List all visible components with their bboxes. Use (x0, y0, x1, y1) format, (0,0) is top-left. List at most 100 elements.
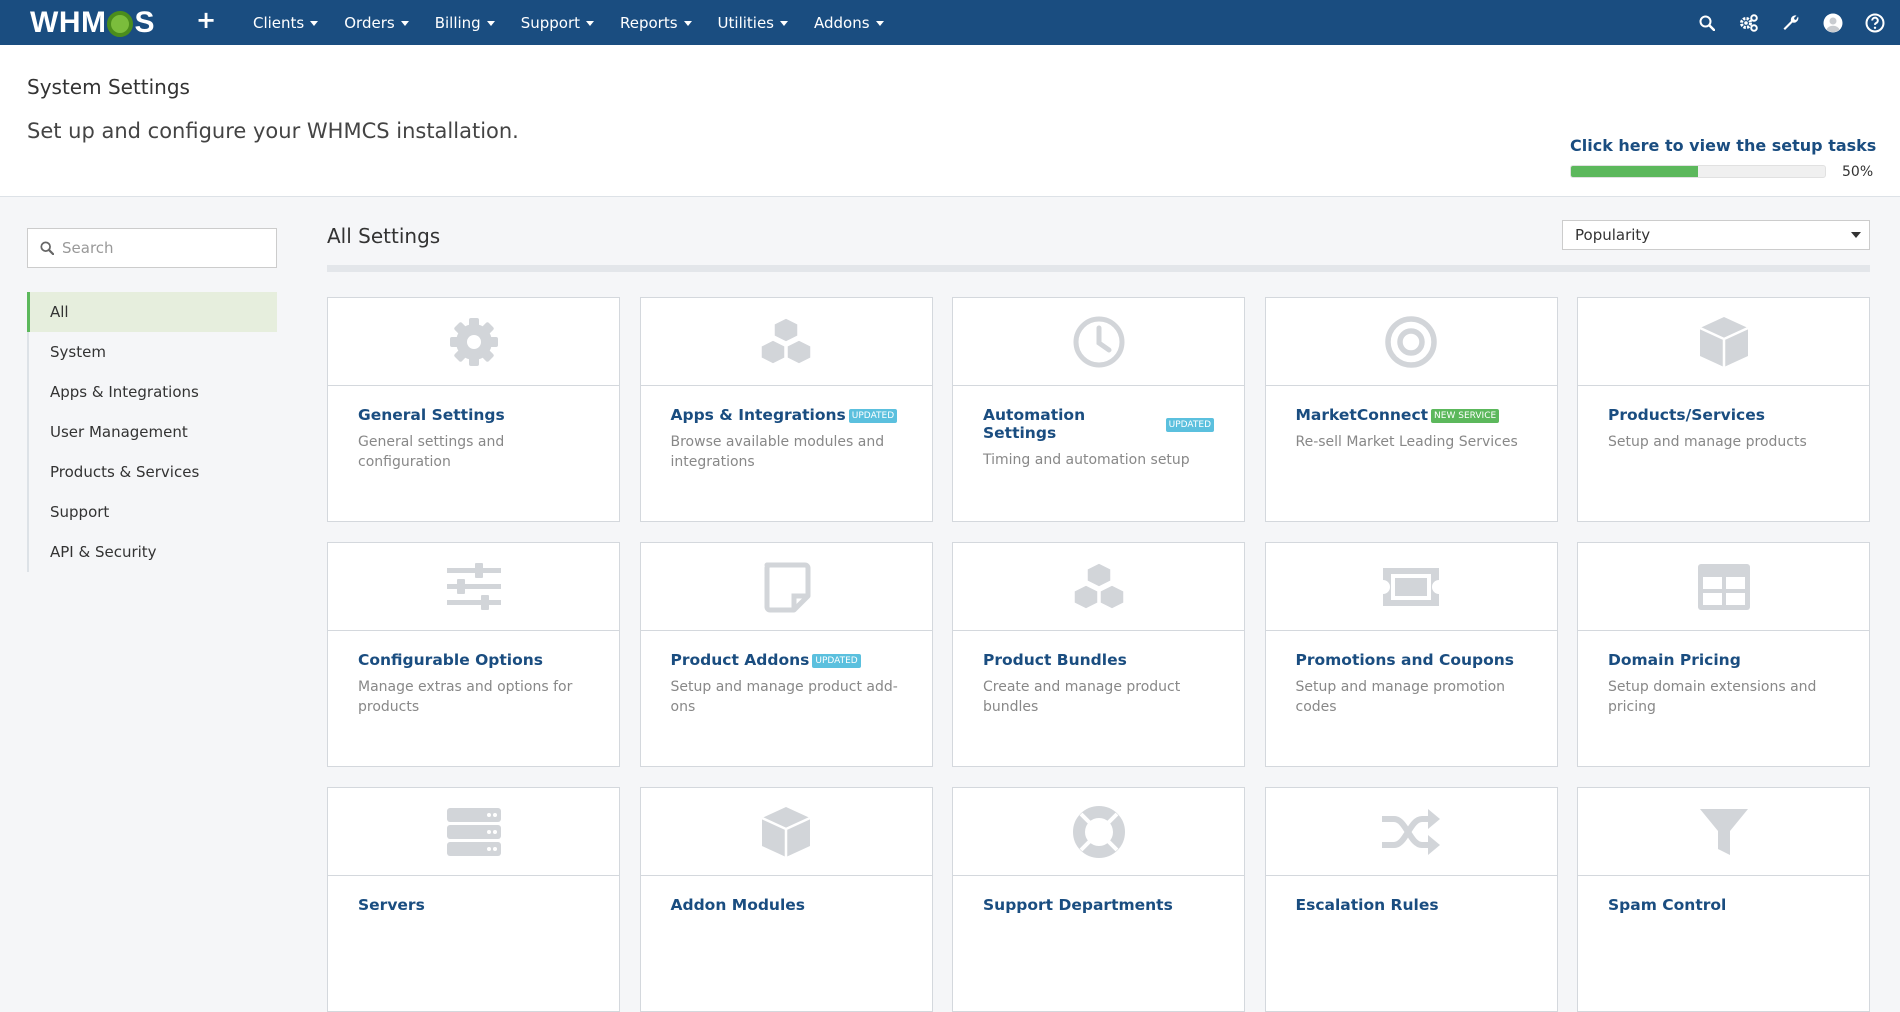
card-body: General Settings General settings and con… (328, 386, 619, 472)
card-title-text: Addon Modules (670, 896, 806, 914)
setup-progress-bar (1570, 165, 1826, 178)
menu-orders[interactable]: Orders (331, 0, 421, 45)
setup-tasks-link[interactable]: Click here to view the setup tasks (1570, 136, 1876, 155)
menu-label: Billing (434, 13, 481, 32)
menu-utilities[interactable]: Utilities (705, 0, 801, 45)
settings-card-product-bundles[interactable]: Product Bundles Create and manage product… (952, 542, 1245, 767)
avatar-icon[interactable] (1822, 12, 1844, 34)
menu-label: Utilities (717, 13, 775, 32)
card-description: Setup and manage product add-ons (670, 679, 898, 715)
card-title: Product Addons UPDATED (671, 651, 902, 669)
settings-card-spam-control[interactable]: Spam Control (1577, 787, 1870, 1012)
settings-card-escalation-rules[interactable]: Escalation Rules (1264, 787, 1558, 1012)
top-navbar: WHM S + Clients Orders Billing Support Re… (0, 0, 1900, 45)
card-title-text: Escalation Rules (1295, 896, 1439, 914)
card-description: General settings and configuration (358, 434, 505, 470)
category-apps-integrations[interactable]: Apps & Integrations (29, 372, 277, 412)
card-body: Product Addons UPDATED Setup and manage pr… (641, 631, 932, 717)
progress-percent: 50% (1842, 164, 1874, 180)
card-description: Setup and manage promotion codes (1295, 679, 1506, 715)
menu-clients[interactable]: Clients (240, 0, 331, 45)
card-title: Domain Pricing (1608, 651, 1839, 669)
chevron-down-icon (1851, 232, 1861, 238)
card-title: MarketConnect NEW SERVICE (1296, 406, 1527, 424)
progress-fill (1571, 166, 1698, 177)
page-header: System Settings Set up and configure you… (0, 45, 1900, 197)
menu-reports[interactable]: Reports (607, 0, 705, 45)
caret-down-icon (586, 21, 594, 26)
settings-card-grid: General Settings General settings and con… (327, 297, 1870, 1012)
search-input[interactable] (62, 239, 252, 257)
quick-add-icon[interactable]: + (196, 8, 216, 32)
settings-card-servers[interactable]: Servers (327, 787, 620, 1012)
card-description: Browse available modules and integration… (670, 434, 885, 470)
card-body: Addon Modules (641, 876, 932, 914)
card-body: Promotions and Coupons Setup and manage p… (1266, 631, 1557, 717)
category-api-security[interactable]: API & Security (29, 532, 277, 572)
updated-badge: UPDATED (812, 654, 861, 668)
menu-label: Clients (253, 13, 305, 32)
card-title-text: MarketConnect (1295, 406, 1429, 424)
category-system[interactable]: System (29, 332, 277, 372)
card-title-text: Spam Control (1608, 896, 1727, 914)
card-title: Addon Modules (671, 896, 902, 914)
cogs-icon[interactable] (1738, 12, 1760, 34)
new-service-badge: NEW SERVICE (1431, 409, 1500, 423)
gear-icon (328, 298, 619, 386)
card-title: Automation Settings UPDATED (983, 406, 1214, 442)
settings-card-automation-settings[interactable]: Automation Settings UPDATED Timing and aut… (952, 297, 1245, 522)
settings-card-products-services[interactable]: Products/Services Setup and manage produc… (1577, 297, 1870, 522)
card-title-text: Automation Settings (983, 406, 1086, 442)
card-title-text: Product Bundles (983, 651, 1127, 669)
cubes-icon (953, 543, 1244, 631)
settings-card-product-addons[interactable]: Product Addons UPDATED Setup and manage pr… (639, 542, 933, 767)
card-title: Apps & Integrations UPDATED (671, 406, 902, 424)
settings-card-promotions-and-coupons[interactable]: Promotions and Coupons Setup and manage p… (1264, 542, 1558, 767)
category-user-management[interactable]: User Management (29, 412, 277, 452)
section-divider (327, 265, 1870, 272)
menu-addons[interactable]: Addons (801, 0, 897, 45)
logo-text-left: WHM (30, 6, 107, 39)
card-body: Spam Control (1578, 876, 1869, 914)
menu-billing[interactable]: Billing (422, 0, 508, 45)
page-subtitle: Set up and configure your WHMCS installa… (27, 119, 519, 143)
wrench-icon[interactable] (1780, 12, 1802, 34)
menu-support[interactable]: Support (508, 0, 607, 45)
card-title: Promotions and Coupons (1296, 651, 1527, 669)
settings-card-support-departments[interactable]: Support Departments (952, 787, 1245, 1012)
settings-card-configurable-options[interactable]: Configurable Options Manage extras and op… (327, 542, 620, 767)
card-title-text: Promotions and Coupons (1295, 651, 1515, 669)
sticky-note-icon (640, 543, 932, 631)
card-title-text: Servers (358, 896, 425, 914)
card-description: Create and manage product bundles (983, 679, 1181, 715)
cubes-icon (640, 298, 932, 386)
category-all[interactable]: All (27, 292, 277, 332)
card-body: MarketConnect NEW SERVICE Re-sell Market L… (1266, 386, 1557, 452)
card-body: Escalation Rules (1266, 876, 1557, 914)
help-icon[interactable] (1864, 12, 1886, 34)
caret-down-icon (875, 21, 884, 26)
category-support[interactable]: Support (29, 492, 277, 532)
card-description: Timing and automation setup (983, 452, 1190, 468)
sort-selected-value: Popularity (1575, 226, 1651, 244)
search-field[interactable] (27, 228, 277, 268)
settings-card-addon-modules[interactable]: Addon Modules (639, 787, 933, 1012)
menu-label: Support (520, 13, 580, 32)
caret-down-icon (780, 21, 789, 26)
target-icon (1265, 298, 1557, 386)
card-title-text: Configurable Options (358, 651, 544, 669)
settings-card-marketconnect[interactable]: MarketConnect NEW SERVICE Re-sell Market L… (1264, 297, 1558, 522)
card-description: Setup and manage products (1608, 434, 1807, 450)
sort-select[interactable]: Popularity (1562, 220, 1870, 250)
settings-card-apps-integrations[interactable]: Apps & Integrations UPDATED Browse availab… (639, 297, 933, 522)
search-icon[interactable] (1696, 12, 1718, 34)
card-description: Setup domain extensions and pricing (1608, 679, 1817, 715)
card-title-text: Domain Pricing (1608, 651, 1741, 669)
table-icon (1578, 543, 1869, 631)
card-body: Domain Pricing Setup domain extensions an… (1578, 631, 1869, 717)
settings-card-domain-pricing[interactable]: Domain Pricing Setup domain extensions an… (1577, 542, 1870, 767)
category-products-services[interactable]: Products & Services (29, 452, 277, 492)
whmcs-logo[interactable]: WHM S (30, 6, 155, 40)
settings-card-general-settings[interactable]: General Settings General settings and con… (327, 297, 620, 522)
sliders-icon (328, 543, 619, 631)
